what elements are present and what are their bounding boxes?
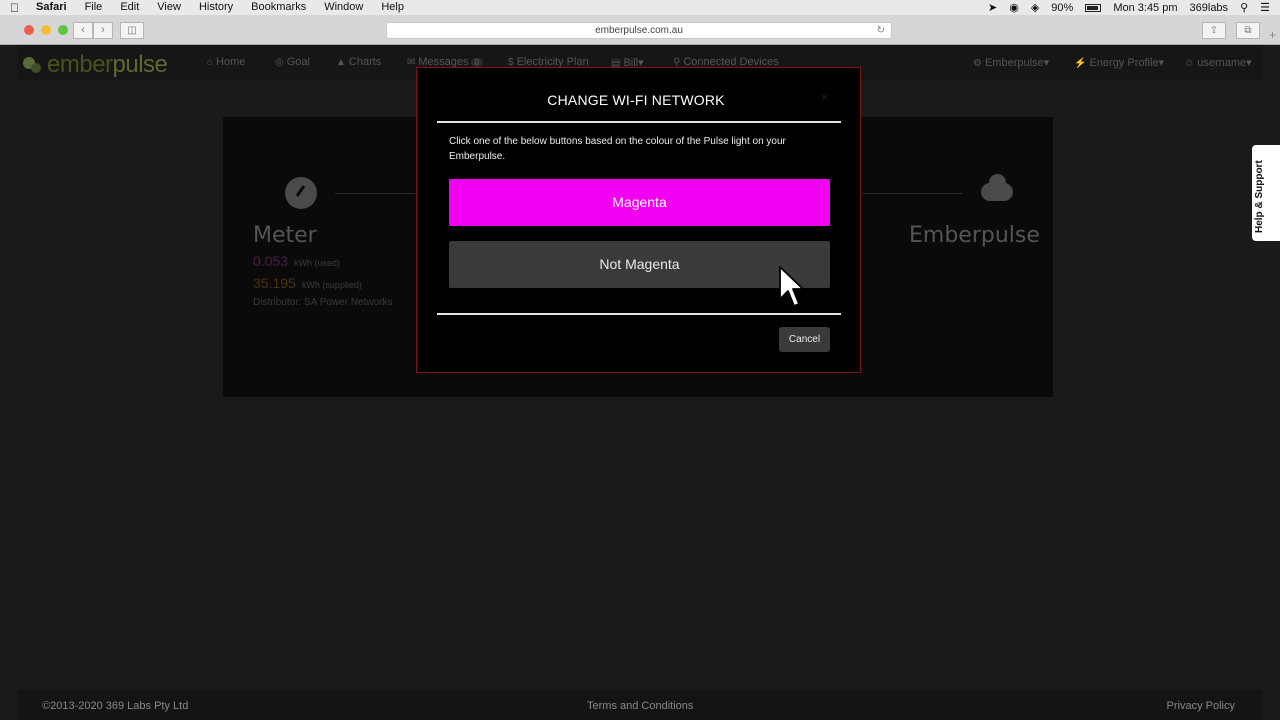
tabs-overview-button[interactable]: ⧉ [1236, 22, 1260, 39]
menu-view[interactable]: View [157, 0, 181, 15]
menu-history[interactable]: History [199, 0, 233, 15]
modal-divider-top [437, 121, 841, 123]
caret-down-icon: ▾ [1043, 57, 1050, 69]
user-name[interactable]: 369labs [1190, 2, 1229, 14]
menu-app-name[interactable]: Safari [36, 0, 67, 15]
connector-line-right [863, 193, 963, 194]
forward-button[interactable]: › [93, 22, 113, 39]
nav-user-menu[interactable]: ☺ username▾ [1184, 56, 1252, 69]
nav-energy-profile-menu[interactable]: ⚡ Energy Profile▾ [1074, 56, 1164, 69]
meter-gauge-icon [285, 177, 317, 209]
emberpulse-title: Emberpulse [909, 223, 1040, 248]
modal-title: CHANGE WI-FI NETWORK [547, 92, 725, 108]
address-bar[interactable]: emberpulse.com.au ↻ [386, 22, 892, 39]
window-controls [24, 25, 68, 35]
menu-help[interactable]: Help [381, 0, 404, 15]
notification-center-icon[interactable]: ☰ [1260, 1, 1270, 14]
supplied-value: 35.195 [253, 275, 296, 291]
connector-line-left [335, 193, 415, 194]
supplied-unit: kWh (supplied) [301, 280, 362, 290]
modal-divider-bottom [437, 313, 841, 315]
supplied-reading: 35.195 kWh (supplied) [253, 275, 362, 291]
cancel-button[interactable]: Cancel [779, 327, 830, 352]
menu-bookmarks[interactable]: Bookmarks [251, 0, 306, 15]
modal-instructions: Click one of the below buttons based on … [449, 136, 786, 162]
menubar-status: ➤ ◉ ◈ 90% Mon 3:45 pm 369labs ⚲ ☰ [988, 0, 1270, 15]
share-button[interactable]: ⇧ [1202, 22, 1226, 39]
close-window-button[interactable] [24, 25, 34, 35]
nav-goal[interactable]: ◎ Goal [275, 56, 310, 68]
chart-icon: ▲ [336, 57, 346, 68]
battery-percent[interactable]: 90% [1051, 2, 1073, 14]
nav-emberpulse-menu[interactable]: ⚙ Emberpulse▾ [973, 56, 1049, 69]
spotlight-icon[interactable]: ⚲ [1240, 1, 1248, 14]
wifi-icon[interactable]: ◈ [1031, 1, 1039, 14]
record-icon[interactable]: ◉ [1009, 1, 1019, 14]
copyright: ©2013-2020 369 Labs Pty Ltd [42, 700, 189, 712]
distributor-label: Distributor: SA Power Networks [253, 297, 393, 308]
history-nav: ‹ › [73, 22, 113, 39]
new-tab-plus-icon[interactable]: + [1269, 28, 1276, 42]
maximize-window-button[interactable] [58, 25, 68, 35]
used-reading: 0.053 kWh (used) [253, 253, 340, 269]
privacy-link[interactable]: Privacy Policy [1167, 700, 1235, 712]
change-wifi-modal: × CHANGE WI-FI NETWORK Click one of the … [416, 67, 861, 373]
gear-icon: ⚙ [973, 58, 982, 69]
used-unit: kWh (used) [294, 258, 341, 268]
target-icon: ◎ [275, 57, 284, 68]
clock[interactable]: Mon 3:45 pm [1113, 2, 1177, 14]
logo-suffix: pulse [112, 51, 168, 78]
emberpulse-logo[interactable]: emberpulse [23, 51, 168, 79]
nav-home[interactable]: ⌂ Home [207, 56, 245, 68]
logo-prefix: ember [47, 51, 113, 78]
home-icon: ⌂ [207, 57, 214, 68]
nav-charts[interactable]: ▲ Charts [336, 56, 381, 68]
menu-window[interactable]: Window [324, 0, 363, 15]
sidebar-toggle-button[interactable]: ◫ [120, 22, 144, 39]
screen:  Safari File Edit View History Bookmark… [0, 0, 1280, 720]
minimize-window-button[interactable] [41, 25, 51, 35]
magenta-button[interactable]: Magenta [449, 179, 830, 226]
meter-title: Meter [253, 223, 317, 248]
battery-icon[interactable] [1085, 3, 1102, 12]
mouse-cursor-icon [779, 266, 804, 307]
site-footer: ©2013-2020 369 Labs Pty Ltd Terms and Co… [17, 690, 1263, 720]
envelope-icon: ✉ [407, 57, 416, 68]
cloud-icon [981, 174, 1013, 201]
messages-count-badge: 0 [470, 58, 483, 67]
caret-down-icon: ▾ [1246, 57, 1252, 69]
logo-flame-icon [23, 55, 43, 75]
terms-link[interactable]: Terms and Conditions [587, 700, 693, 712]
reload-icon[interactable]: ↻ [877, 23, 885, 38]
menu-edit[interactable]: Edit [120, 0, 139, 15]
plug-icon: ⚡ [1074, 58, 1087, 69]
menu-file[interactable]: File [85, 0, 103, 15]
caret-down-icon: ▾ [1158, 57, 1165, 69]
location-icon[interactable]: ➤ [988, 1, 997, 14]
macos-menubar:  Safari File Edit View History Bookmark… [0, 0, 1280, 15]
not-magenta-button[interactable]: Not Magenta [449, 241, 830, 288]
toolbar-right: ⇧ ⧉ [1202, 22, 1260, 39]
used-value: 0.053 [253, 253, 289, 269]
apple-icon[interactable]:  [10, 1, 24, 15]
help-support-label: Help & Support [1254, 160, 1265, 233]
browser-toolbar: ‹ › ◫ emberpulse.com.au ↻ ⇧ ⧉ [0, 15, 1280, 45]
back-button[interactable]: ‹ [73, 22, 93, 39]
help-support-tab[interactable]: Help & Support [1252, 145, 1280, 241]
url-text: emberpulse.com.au [595, 25, 683, 36]
user-icon: ☺ [1184, 58, 1195, 69]
